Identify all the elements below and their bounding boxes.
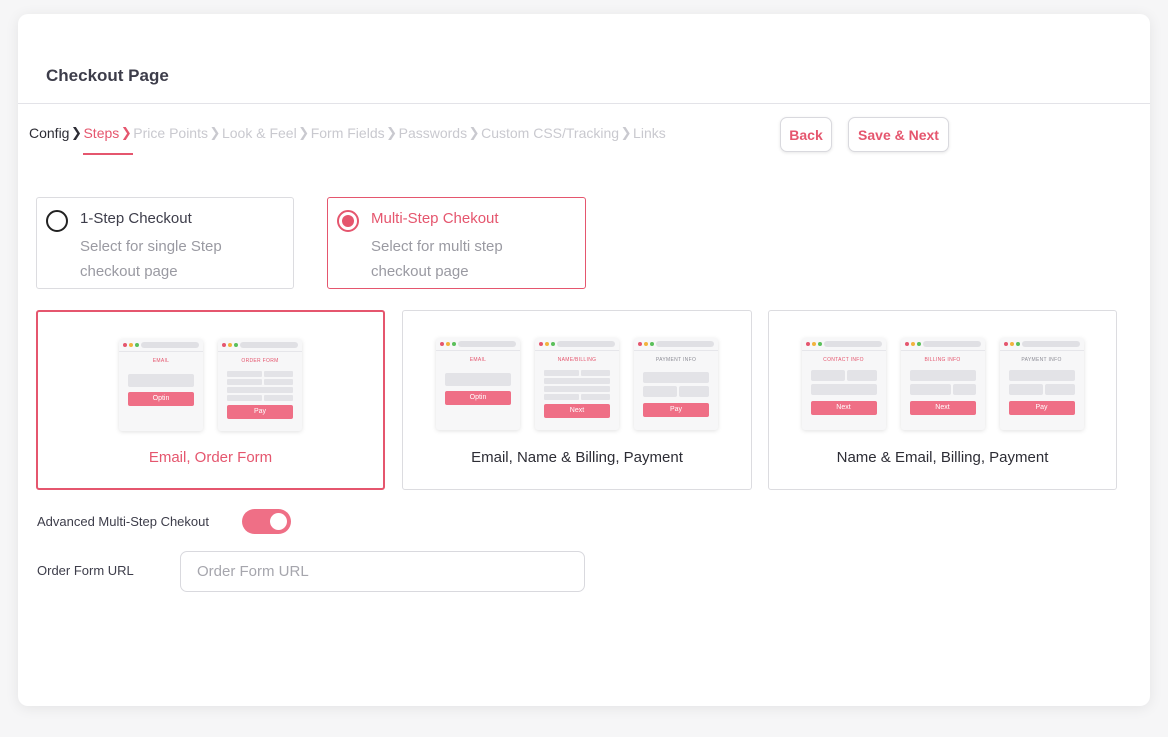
step-button: Pay [1008,401,1075,415]
step-preview-billing: BILLING INFO Next [900,338,985,430]
window-dots-icon [222,343,238,347]
advanced-multistep-toggle[interactable] [242,509,291,534]
chevron-right-icon: ❯ [120,125,132,140]
step-caption: NAME/BILLING [557,357,597,363]
breadcrumb-steps[interactable]: Steps [83,125,134,155]
page-title: Checkout Page [46,66,169,85]
template-label: Email, Name & Billing, Payment [471,449,683,466]
chevron-right-icon: ❯ [468,125,480,140]
template-preview: CONTACT INFO Next BILLING INFO Next PAYM… [769,338,1116,430]
advanced-multistep-label: Advanced Multi-Step Chekout [37,514,209,529]
step-preview-payment: PAYMENT INFO Pay [999,338,1084,430]
step-preview-email: EMAIL Optin [436,338,520,430]
back-button[interactable]: Back [780,117,832,152]
breadcrumb-custom-css-tracking[interactable]: Custom CSS/Tracking [481,125,619,141]
step-caption: CONTACT INFO [823,357,864,363]
step-preview-name-billing: NAME/BILLING Next [535,338,619,430]
step-preview-order-form: ORDER FORM Pay [218,339,302,431]
step-button: Next [810,401,877,415]
save-next-button[interactable]: Save & Next [848,117,949,152]
breadcrumb-passwords[interactable]: Passwords [399,125,467,141]
chevron-right-icon: ❯ [386,125,398,140]
option-description: Select for single Step checkout page [80,238,222,280]
chevron-right-icon: ❯ [620,125,632,140]
step-caption: EMAIL [469,357,487,363]
order-form-url-input[interactable] [180,551,585,592]
template-preview: EMAIL Optin ORDER FORM Pay [38,339,383,431]
step-button: Optin [128,392,194,406]
chevron-right-icon: ❯ [71,125,82,140]
window-dots-icon [1003,342,1020,346]
breadcrumb-links[interactable]: Links [633,125,666,141]
template-name-email-billing-payment[interactable]: CONTACT INFO Next BILLING INFO Next PAYM… [768,310,1117,490]
header-divider [18,103,1150,104]
chevron-right-icon: ❯ [298,125,310,140]
chevron-right-icon: ❯ [209,125,221,140]
template-preview: EMAIL Optin NAME/BILLING Next PAYMENT IN… [403,338,751,430]
window-dots-icon [805,342,822,346]
step-button: Pay [643,403,709,417]
step-preview-payment: PAYMENT INFO Pay [634,338,718,430]
window-dots-icon [904,342,921,346]
step-caption: PAYMENT INFO [1021,357,1062,363]
template-label: Name & Email, Billing, Payment [836,449,1049,466]
breadcrumb-form-fields[interactable]: Form Fields [311,125,385,141]
template-email-order-form[interactable]: EMAIL Optin ORDER FORM Pay Email, Order … [36,310,385,490]
breadcrumb-config[interactable]: Config [29,125,69,141]
window-dots-icon [638,342,654,346]
multi-step-checkout-option[interactable]: Multi-Step Chekout Select for multi step… [327,197,586,289]
step-caption: EMAIL [152,358,170,364]
toggle-knob [270,513,287,530]
option-title: Multi-Step Chekout [371,210,499,227]
one-step-checkout-option[interactable]: 1-Step Checkout Select for single Step c… [36,197,294,289]
step-caption: PAYMENT INFO [655,357,697,363]
template-email-name-billing-payment[interactable]: EMAIL Optin NAME/BILLING Next PAYMENT IN… [402,310,752,490]
step-preview-email: EMAIL Optin [119,339,203,431]
radio-unchecked-icon[interactable] [46,210,68,232]
step-button: Next [909,401,976,415]
order-form-url-label: Order Form URL [37,563,134,578]
template-label: Email, Order Form [148,449,273,466]
breadcrumb-price-points[interactable]: Price Points [133,125,208,141]
step-button: Optin [445,391,511,405]
step-button: Pay [227,405,293,419]
window-dots-icon [440,342,456,346]
breadcrumb-look-feel[interactable]: Look & Feel [222,125,297,141]
window-dots-icon [539,342,555,346]
step-caption: BILLING INFO [924,357,961,363]
option-title: 1-Step Checkout [80,210,192,227]
radio-checked-icon[interactable] [337,210,359,232]
step-button: Next [544,404,610,418]
steps-breadcrumb: Config ❯ Steps ❯ Price Points ❯ Look & F… [29,125,666,155]
option-description: Select for multi step checkout page [371,238,503,280]
window-dots-icon [123,343,139,347]
checkout-page-card: Checkout Page Config ❯ Steps ❯ Price Poi… [18,14,1150,706]
step-preview-contact: CONTACT INFO Next [801,338,886,430]
step-caption: ORDER FORM [241,358,279,364]
